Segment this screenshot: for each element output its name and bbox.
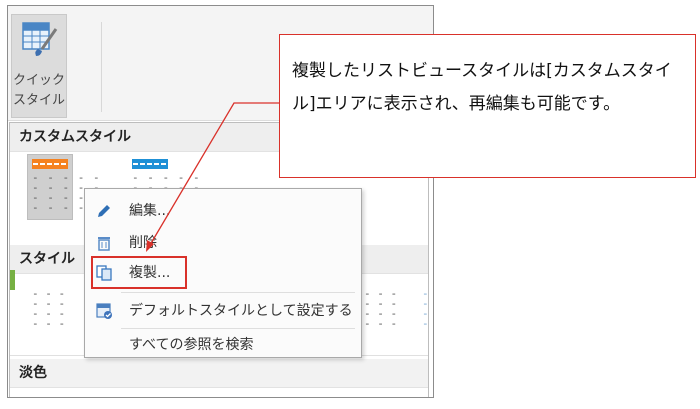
quick-style-button[interactable]: クイック スタイル — [11, 14, 67, 118]
custom-style-thumb-orange[interactable]: - - - - - - - - - - - - - - - - - - - - — [27, 154, 101, 220]
duplicate-highlight-box — [91, 256, 187, 289]
thumb-rows: - - - - - - - - - - - - - - - - - - - - — [32, 171, 101, 214]
menu-item-delete[interactable]: 削除 — [85, 227, 361, 259]
annotation-callout: 複製したリストビュースタイルは[カスタムスタイル]エリアに表示され、再編集も可能… — [279, 34, 696, 178]
table-brush-icon — [22, 22, 58, 56]
menu-item-edit[interactable]: 編集... — [85, 195, 361, 227]
default-style-icon — [96, 303, 112, 319]
style-thumb-edge — [10, 270, 15, 290]
menu-separator — [121, 292, 355, 293]
style-thumb-3[interactable]: - - - - — [422, 288, 429, 329]
quick-style-label-line1: クイック — [12, 73, 65, 88]
quick-style-label-line2: スタイル — [12, 93, 65, 108]
pencil-icon — [98, 205, 110, 217]
ribbon-separator — [101, 22, 102, 112]
thumb-header-bar — [132, 159, 168, 169]
menu-item-label: 編集... — [129, 203, 171, 219]
menu-item-label: すべての参照を検索 — [129, 337, 254, 353]
menu-item-label: 削除 — [129, 235, 157, 251]
trash-icon — [98, 237, 110, 251]
style-thumb-2[interactable]: - - - - - - - - - - - - — [364, 288, 397, 329]
thumb-header-bar — [32, 159, 68, 169]
menu-item-set-default[interactable]: デフォルトスタイルとして設定する — [85, 295, 361, 327]
quick-style-label: クイック スタイル — [12, 71, 66, 111]
menu-item-label: デフォルトスタイルとして設定する — [129, 303, 353, 319]
style-thumb-1[interactable]: - - - - - - - - - - - - — [32, 288, 65, 329]
menu-item-find-references[interactable]: すべての参照を検索 — [85, 329, 361, 361]
section-header-light: 淡色 — [10, 359, 428, 388]
